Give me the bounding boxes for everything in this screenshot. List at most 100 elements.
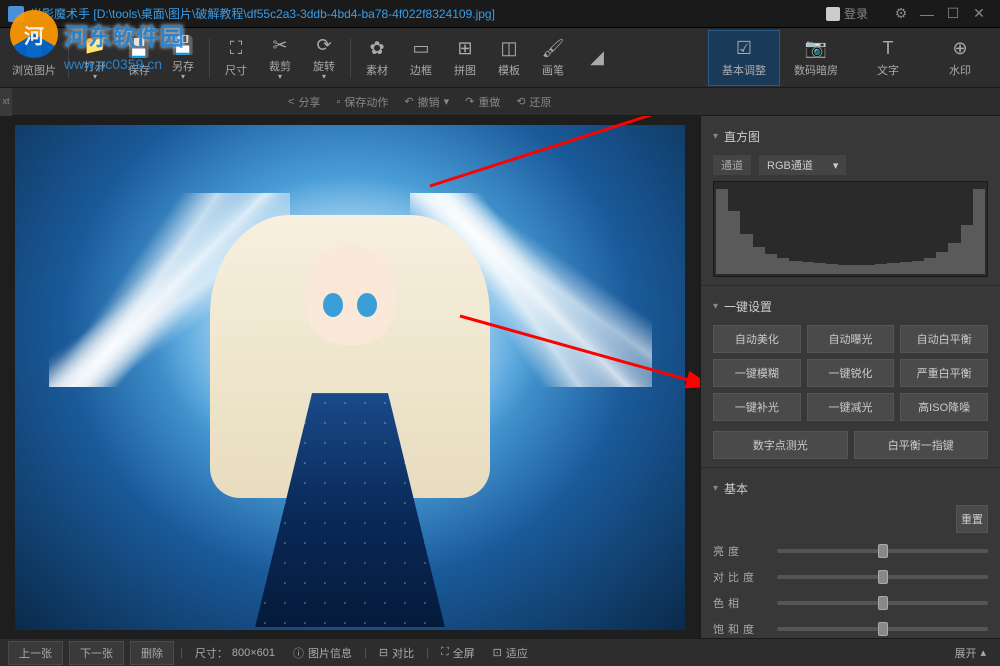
collage-icon: ⊞ [454,38,476,60]
oneclick-sharpen-button[interactable]: 一键锐化 [807,359,895,387]
auto-exposure-button[interactable]: 自动曝光 [807,325,895,353]
watermark-icon: ⊕ [949,38,971,60]
crop-icon: ✂ [269,34,291,56]
watermark-url: www.pc0359.cn [64,56,162,72]
chevron-down-icon: ▾ [713,301,718,312]
auto-beautify-button[interactable]: 自动美化 [713,325,801,353]
rotate-icon: ⟳ [313,34,335,56]
close-button[interactable]: ✕ [966,4,992,24]
brush-icon: 🖌 [542,38,564,60]
user-icon [826,7,840,21]
restore-icon: ⟲ [516,95,525,108]
separator [350,38,351,78]
fit-button[interactable]: ⊡适应 [487,645,534,661]
slider-thumb[interactable] [878,596,888,610]
settings-button[interactable]: ⚙ [888,4,914,24]
brightness-slider[interactable]: 亮度 [713,543,988,559]
tool-border[interactable]: ▭ 边框 [399,30,443,86]
fit-icon: ⊡ [493,646,502,659]
high-iso-denoise-button[interactable]: 高ISO降噪 [900,393,988,421]
tool-collage[interactable]: ⊞ 拼图 [443,30,487,86]
saturation-slider[interactable]: 饱和度 [713,621,988,637]
statusbar: 上一张 下一张 删除 | 尺寸：800×601 ⓘ图片信息 | ⊟对比 | ⛶全… [0,638,1000,666]
tool-template[interactable]: ◫ 模板 [487,30,531,86]
resize-icon: ⛶ [225,38,247,60]
basic-section: ▾基本 重置 亮度 对比度 色相 饱和度 [701,468,1000,638]
histogram-section: ▾直方图 通道 RGB通道▾ [701,116,1000,286]
expand-button[interactable]: 展开▴ [948,645,992,661]
delete-button[interactable]: 删除 [130,641,174,665]
slider-thumb[interactable] [878,544,888,558]
reset-button[interactable]: 重置 [956,505,988,533]
fullscreen-button[interactable]: ⛶全屏 [435,645,481,661]
chevron-up-icon: ▴ [980,646,986,659]
oneclick-blur-button[interactable]: 一键模糊 [713,359,801,387]
prev-image-button[interactable]: 上一张 [8,641,63,665]
slider-thumb[interactable] [878,622,888,636]
triangle-icon: ◢ [586,47,608,69]
tool-size[interactable]: ⛶ 尺寸 [214,30,258,86]
oneclick-header[interactable]: ▾一键设置 [713,294,988,319]
chevron-down-icon: ▾ [322,72,326,81]
reduce-light-button[interactable]: 一键减光 [807,393,895,421]
chevron-down-icon: ▾ [93,72,97,81]
redo-icon: ↷ [465,95,474,108]
whitebalance-onekey-button[interactable]: 白平衡一指键 [854,431,989,459]
watermark-logo-icon: 河 [10,10,58,58]
watermark-text: 河东软件园 [64,17,184,52]
tool-material[interactable]: ✿ 素材 [355,30,399,86]
actionbar: <分享 ▫保存动作 ↶撤销▾ ↷重做 ⟲还原 [0,88,1000,116]
channel-label: 通道 [713,155,751,175]
image-info-button[interactable]: ⓘ图片信息 [287,645,358,661]
histogram-header[interactable]: ▾直方图 [713,124,988,149]
side-panel: ▾直方图 通道 RGB通道▾ ▾一键设置 自动美化 自动曝光 自动白平衡 一键模… [700,116,1000,638]
tab-watermark[interactable]: ⊕ 水印 [924,30,996,86]
text-icon: T [877,38,899,60]
separator [209,38,210,78]
channel-select[interactable]: RGB通道▾ [759,155,846,175]
auto-whitebalance-button[interactable]: 自动白平衡 [900,325,988,353]
minimize-button[interactable]: — [914,4,940,24]
template-icon: ◫ [498,38,520,60]
tool-rotate[interactable]: ⟳ 旋转 ▾ [302,30,346,86]
tab-darkroom[interactable]: 📷 数码暗房 [780,30,852,86]
image-canvas[interactable] [0,116,700,638]
severe-whitebalance-button[interactable]: 严重白平衡 [900,359,988,387]
undo-icon: ↶ [404,95,413,108]
compare-button[interactable]: ⊟对比 [373,645,420,661]
histogram-chart [713,181,988,277]
slider-thumb[interactable] [878,570,888,584]
tool-more[interactable]: ◢ [575,30,619,86]
tab-text[interactable]: T 文字 [852,30,924,86]
login-button[interactable]: 登录 [826,5,868,22]
tab-basic-adjust[interactable]: ☑ 基本调整 [708,30,780,86]
contrast-slider[interactable]: 对比度 [713,569,988,585]
save-action-button[interactable]: ▫保存动作 [336,94,388,110]
tool-brush[interactable]: 🖌 画笔 [531,30,575,86]
adjust-icon: ☑ [733,38,755,60]
fill-light-button[interactable]: 一键补光 [713,393,801,421]
material-icon: ✿ [366,38,388,60]
restore-button[interactable]: ⟲还原 [516,94,551,110]
fullscreen-icon: ⛶ [441,646,449,659]
chevron-down-icon: ▾ [833,159,839,172]
info-icon: ⓘ [293,645,304,661]
spot-metering-button[interactable]: 数字点测光 [713,431,848,459]
hue-slider[interactable]: 色相 [713,595,988,611]
tool-crop[interactable]: ✂ 裁剪 ▾ [258,30,302,86]
share-button[interactable]: <分享 [288,94,320,110]
site-watermark: 河 河东软件园 www.pc0359.cn [10,10,184,58]
share-icon: < [288,96,294,108]
border-icon: ▭ [410,38,432,60]
next-image-button[interactable]: 下一张 [69,641,124,665]
chevron-down-icon: ▾ [713,131,718,142]
image-dimensions: 尺寸：800×601 [189,645,281,661]
redo-button[interactable]: ↷重做 [465,94,500,110]
chevron-down-icon: ▾ [444,95,450,108]
oneclick-section: ▾一键设置 自动美化 自动曝光 自动白平衡 一键模糊 一键锐化 严重白平衡 一键… [701,286,1000,468]
undo-button[interactable]: ↶撤销▾ [404,94,449,110]
chevron-down-icon: ▾ [713,483,718,494]
basic-header[interactable]: ▾基本 [713,476,988,501]
maximize-button[interactable]: ☐ [940,4,966,24]
camera-icon: 📷 [805,38,827,60]
